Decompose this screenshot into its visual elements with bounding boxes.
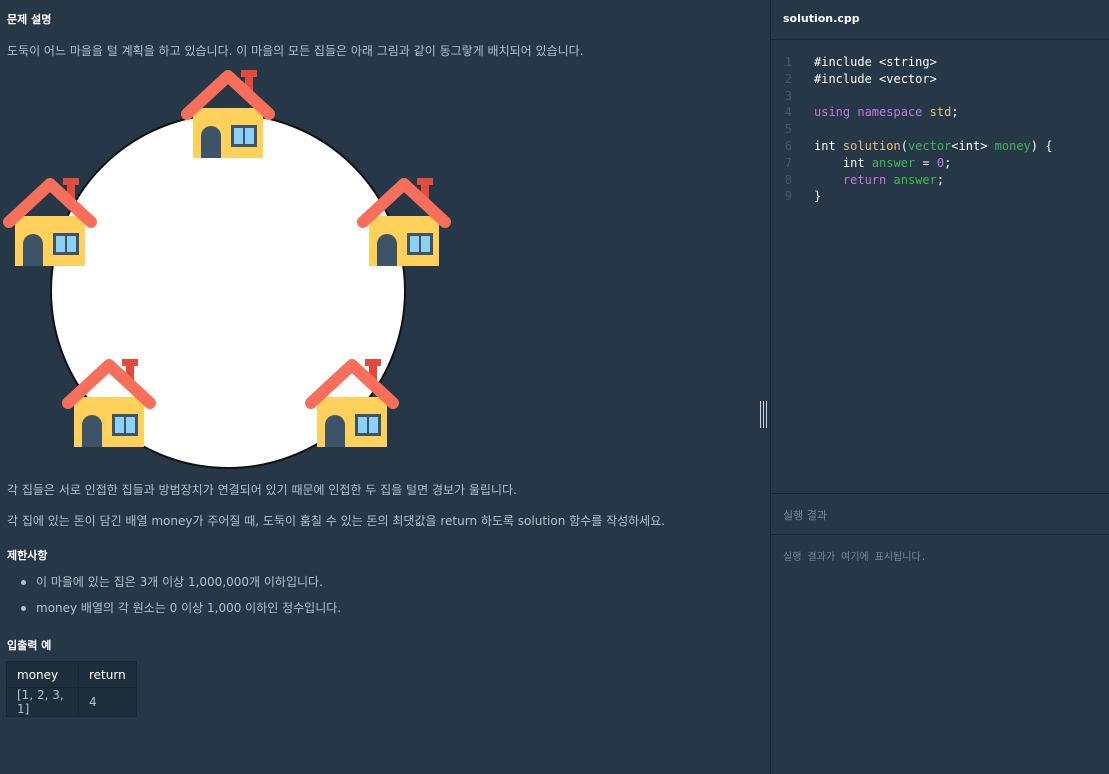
- problem-desc-1: 각 집들은 서로 인접한 집들과 방범장치가 연결되어 있기 때문에 인접한 두…: [7, 483, 517, 497]
- resize-handle[interactable]: [759, 401, 768, 428]
- table-cell-money: [1, 2, 3, 1]: [6, 687, 79, 717]
- village-illustration: [0, 65, 460, 469]
- result-title: 실행 결과: [783, 509, 827, 522]
- io-example-table: money return [1, 2, 3, 1] 4: [6, 661, 137, 717]
- app-root: 문제 설명 도둑이 어느 마을을 털 계획을 하고 있습니다. 이 마을의 모든…: [0, 0, 1109, 774]
- code-line: 6 int solution(vector<int> money) {: [784, 138, 1053, 153]
- code-line: 8 return answer;: [784, 172, 945, 187]
- code-line: 2 #include <vector>: [784, 71, 937, 86]
- problem-title: 문제 설명: [7, 13, 52, 26]
- constraints-title: 제한사항: [7, 549, 48, 562]
- grip-line: [766, 401, 767, 428]
- grip-line: [763, 401, 764, 428]
- code-line: 4 using namespace std;: [784, 105, 959, 120]
- file-tab[interactable]: solution.cpp: [771, 0, 1109, 40]
- constraint-item: money 배열의 각 원소는 0 이상 1,000 이하인 정수입니다.: [20, 599, 341, 625]
- code-line: 1 #include <string>: [784, 55, 937, 69]
- code-line: 9}: [784, 189, 822, 204]
- code-content[interactable]: 1 #include <string> 2 #include <vector> 3 …: [771, 54, 1053, 205]
- code-line: 7 int answer = 0;: [784, 155, 952, 170]
- table-row: [1, 2, 3, 1] 4: [6, 687, 137, 717]
- problem-intro: 도둑이 어느 마을을 털 계획을 하고 있습니다. 이 마을의 모든 집들은 아…: [7, 44, 584, 58]
- code-line: 5: [784, 122, 792, 137]
- code-line: 3: [784, 88, 792, 103]
- constraints-list: 이 마을에 있는 집은 3개 이상 1,000,000개 이하입니다. mone…: [20, 573, 341, 625]
- problem-desc-2: 각 집에 있는 돈이 담긴 배열 money가 주어질 때, 도둑이 훔칠 수 …: [7, 514, 666, 528]
- table-cell-return: 4: [78, 687, 137, 717]
- bullet-icon: [21, 580, 26, 585]
- column-header-return: return: [78, 661, 137, 688]
- code-editor[interactable]: 1 #include <string> 2 #include <vector> 3 …: [771, 40, 1109, 493]
- bullet-icon: [21, 606, 26, 611]
- editor-panel: solution.cpp 1 #include <string> 2 #includ…: [771, 0, 1109, 774]
- problem-panel: 문제 설명 도둑이 어느 마을을 털 계획을 하고 있습니다. 이 마을의 모든…: [0, 0, 770, 774]
- result-output: 실행 결과가 여기에 표시됩니다.: [783, 552, 927, 563]
- result-header: 실행 결과: [771, 493, 1109, 535]
- column-header-money: money: [6, 661, 79, 688]
- grip-line: [760, 401, 761, 428]
- io-example-title: 입출력 예: [7, 639, 52, 652]
- file-name: solution.cpp: [783, 12, 860, 25]
- house-icon-left: [9, 178, 91, 266]
- table-header-row: money return: [6, 661, 137, 688]
- house-icon-top: [187, 70, 269, 158]
- constraint-item: 이 마을에 있는 집은 3개 이상 1,000,000개 이하입니다.: [20, 573, 341, 599]
